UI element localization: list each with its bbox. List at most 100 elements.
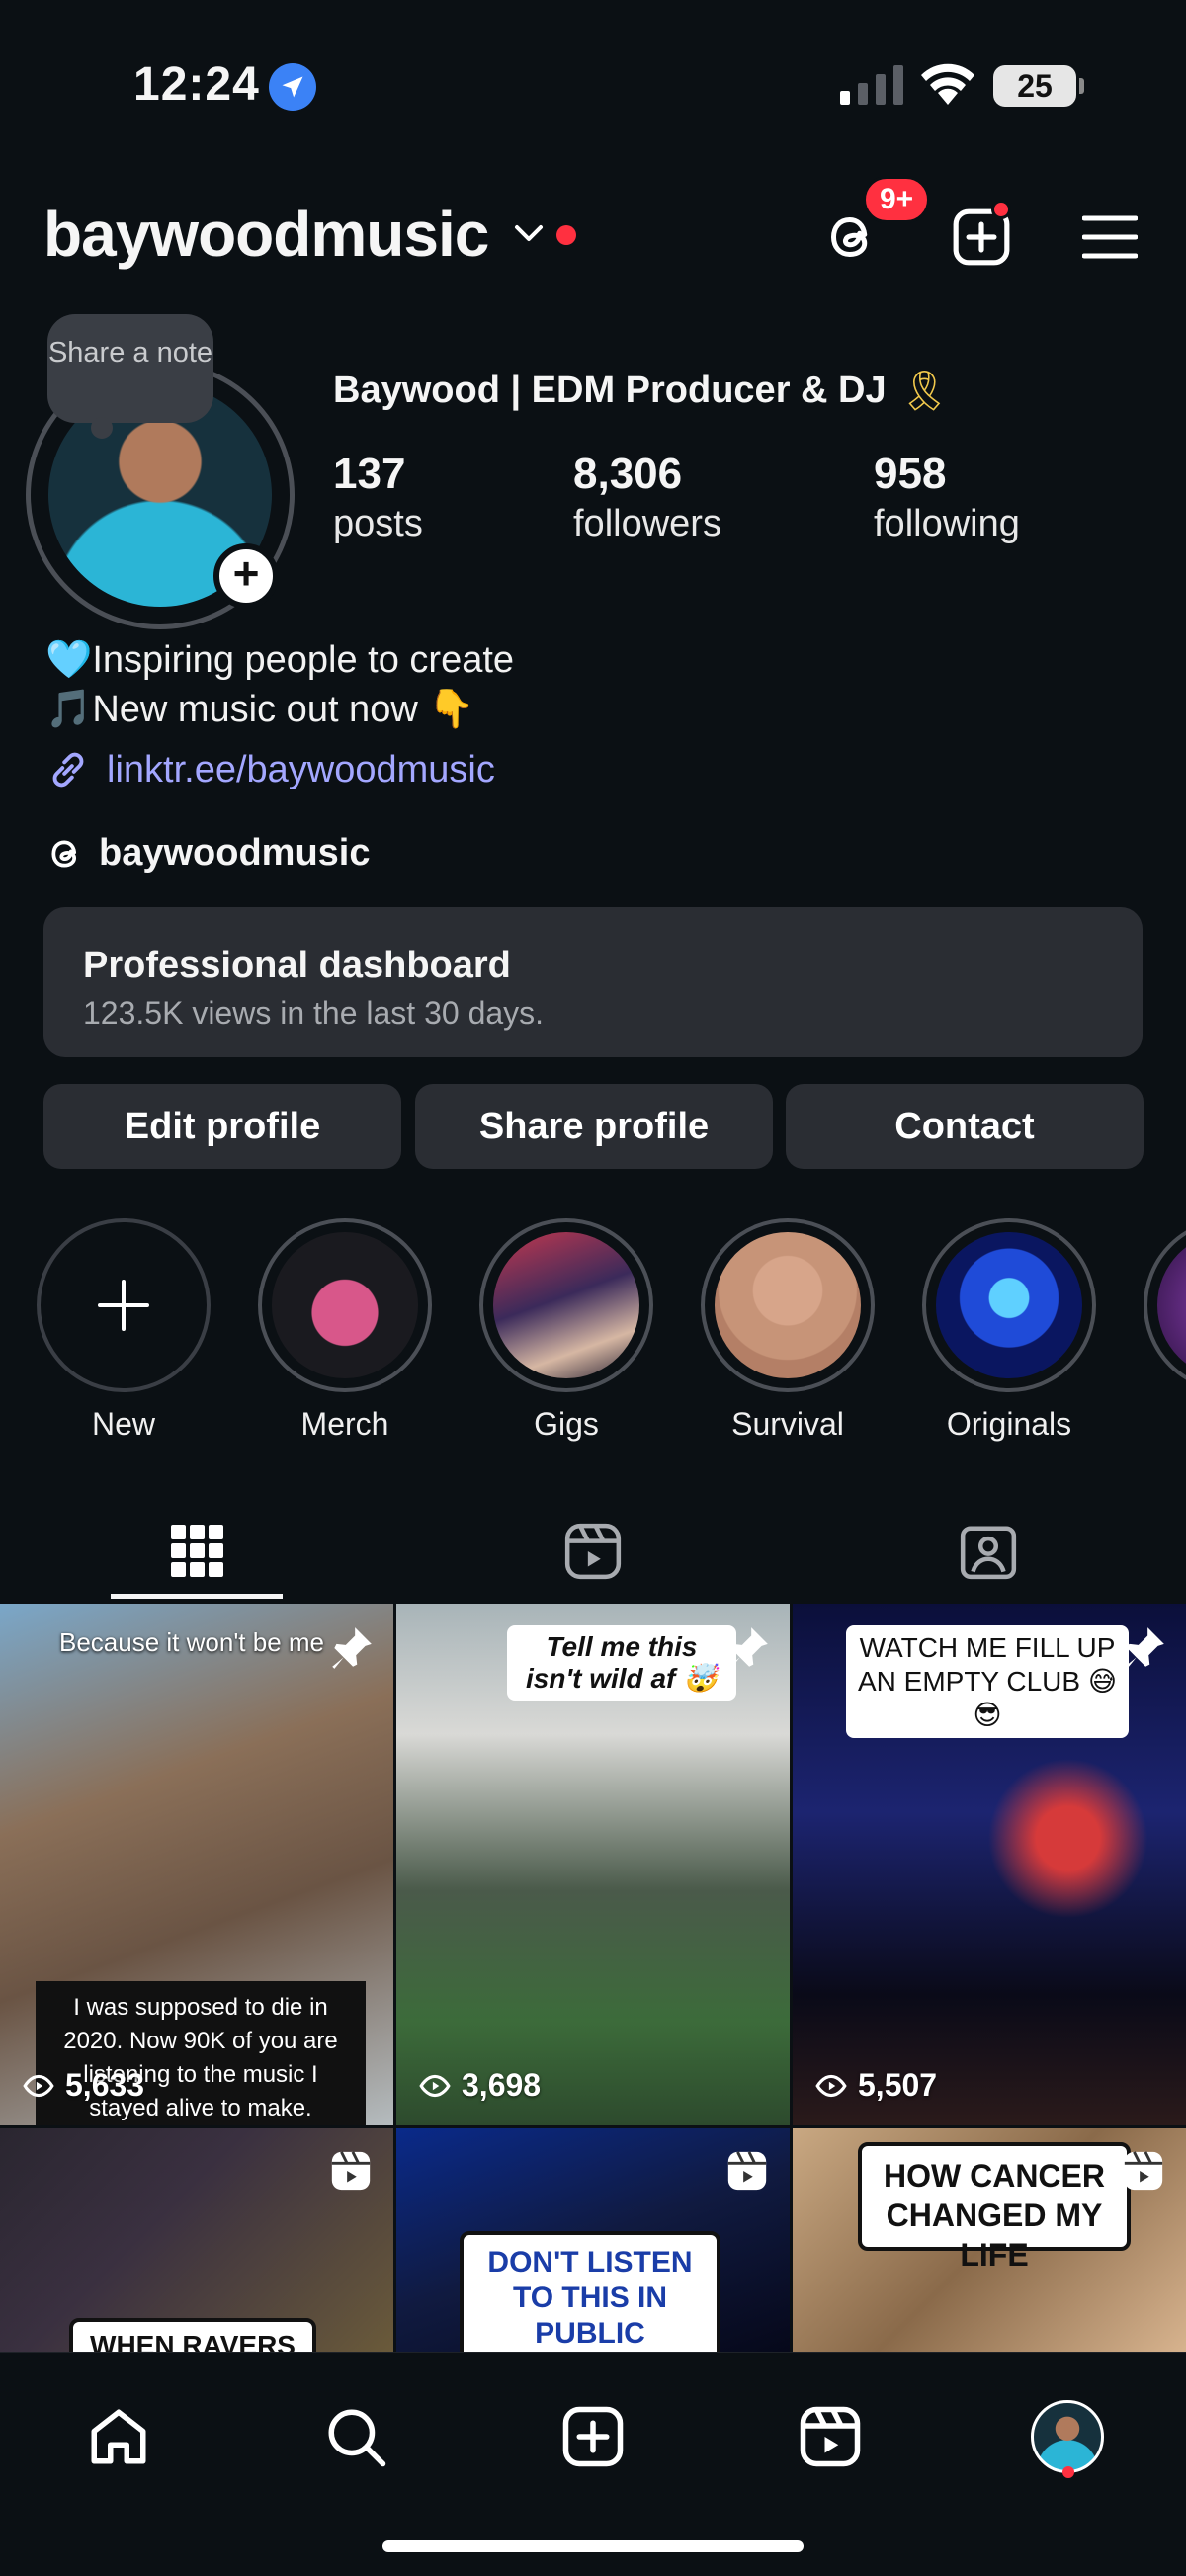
share-profile-button[interactable]: Share profile bbox=[415, 1084, 773, 1169]
highlight-label: Gigs bbox=[534, 1406, 599, 1442]
plus-icon bbox=[98, 1280, 149, 1331]
post-tile[interactable]: DON'T LISTEN TO THIS IN PUBLIC bbox=[396, 2128, 790, 2352]
threads-profile-link[interactable]: baywoodmusic bbox=[45, 832, 371, 874]
followers-count-label: followers bbox=[573, 503, 721, 544]
menu-button[interactable] bbox=[1075, 203, 1144, 272]
awareness-ribbon-emoji: 🎗 bbox=[899, 370, 950, 413]
link-icon bbox=[52, 752, 84, 788]
tab-tagged[interactable] bbox=[791, 1502, 1186, 1601]
post-caption: WATCH ME FILL UP AN EMPTY CLUB 😅😎 bbox=[846, 1625, 1129, 1738]
create-notification-dot bbox=[991, 200, 1011, 219]
following-count-value: 958 bbox=[874, 450, 947, 498]
post-tile[interactable]: HOW CANCER CHANGED MY LIFE bbox=[793, 2128, 1186, 2352]
post-overlay-text: I was supposed to die in 2020. Now 90K o… bbox=[36, 1981, 366, 2125]
battery-indicator: 25 bbox=[993, 65, 1084, 107]
view-count: 5,507 bbox=[814, 2067, 937, 2104]
cellular-signal-icon bbox=[840, 65, 903, 105]
view-count-value: 3,698 bbox=[462, 2067, 542, 2103]
active-tab-indicator bbox=[111, 1594, 283, 1599]
threads-handle-text: baywoodmusic bbox=[99, 832, 371, 873]
highlight-gigs-cover bbox=[493, 1232, 639, 1378]
post-tile[interactable]: WHEN RAVERS MEET bbox=[0, 2128, 393, 2352]
pinned-icon bbox=[728, 1627, 768, 1669]
dashboard-title: Professional dashboard bbox=[83, 945, 511, 986]
share-note-bubble[interactable]: Share a note bbox=[47, 314, 213, 439]
contact-button[interactable]: Contact bbox=[786, 1084, 1144, 1169]
highlight-label: Merch bbox=[300, 1406, 389, 1442]
reels-icon bbox=[800, 2406, 861, 2467]
edit-profile-button[interactable]: Edit profile bbox=[43, 1084, 401, 1169]
highlight-label: Survival bbox=[731, 1406, 844, 1442]
play-views-icon bbox=[815, 2074, 847, 2097]
search-icon bbox=[328, 2409, 386, 2467]
add-story-plus-icon[interactable]: + bbox=[213, 543, 279, 609]
highlight-label: New bbox=[91, 1406, 155, 1442]
pinned-icon bbox=[332, 1627, 372, 1669]
home-indicator bbox=[382, 2540, 804, 2552]
following-count-label: following bbox=[874, 503, 1020, 544]
tagged-user-icon bbox=[960, 1526, 1017, 1580]
posts-count-value: 137 bbox=[333, 450, 406, 498]
chevron-down-icon[interactable] bbox=[512, 219, 546, 247]
profile-link-text: linktr.ee/baywoodmusic bbox=[107, 748, 495, 790]
clock: 12:24 bbox=[133, 58, 260, 111]
reel-indicator-icon bbox=[331, 2151, 371, 2191]
reels-icon bbox=[564, 1523, 622, 1580]
highlight-merch-cover bbox=[272, 1232, 418, 1378]
dashboard-subtitle: 123.5K views in the last 30 days. bbox=[83, 995, 545, 1031]
highlight-label: Originals bbox=[946, 1406, 1072, 1442]
threads-icon bbox=[51, 839, 77, 868]
tab-reels[interactable] bbox=[395, 1502, 791, 1601]
tab-posts-grid[interactable] bbox=[0, 1502, 395, 1601]
nav-profile[interactable] bbox=[1028, 2397, 1107, 2476]
reel-indicator-icon bbox=[1124, 2151, 1163, 2191]
view-count-value: 5,507 bbox=[858, 2067, 938, 2103]
nav-reels[interactable] bbox=[791, 2397, 870, 2476]
threads-badge: 9+ bbox=[863, 176, 931, 223]
view-count: 5,633 bbox=[22, 2067, 144, 2104]
pinned-icon bbox=[1125, 1627, 1164, 1669]
nav-home[interactable] bbox=[79, 2397, 158, 2476]
highlight-survival-cover bbox=[715, 1232, 861, 1378]
location-arrow-icon bbox=[269, 63, 316, 111]
highlight-partial[interactable] bbox=[1144, 1218, 1186, 1392]
bio-line: 🩵Inspiring people to create bbox=[45, 639, 515, 681]
post-tile[interactable]: WATCH ME FILL UP AN EMPTY CLUB 😅😎 5,507 bbox=[793, 1604, 1186, 2125]
post-tile[interactable]: Because it won't be me I was supposed to… bbox=[0, 1604, 393, 2125]
followers-count[interactable]: 8,306 followers bbox=[573, 450, 721, 545]
profile-notification-dot bbox=[1062, 2466, 1074, 2478]
play-views-icon bbox=[23, 2074, 54, 2097]
highlight-new-ring bbox=[37, 1218, 211, 1392]
account-switcher-username[interactable]: baywoodmusic bbox=[43, 198, 489, 271]
posts-count-label: posts bbox=[333, 503, 423, 544]
play-views-icon bbox=[419, 2074, 451, 2097]
post-caption: Tell me this isn't wild af 🤯 bbox=[507, 1625, 736, 1701]
grid-icon bbox=[171, 1525, 223, 1577]
nav-create[interactable] bbox=[553, 2397, 633, 2476]
notification-dot bbox=[556, 225, 576, 245]
highlight-merch[interactable]: Merch bbox=[258, 1218, 432, 1443]
highlight-originals-cover bbox=[936, 1232, 1082, 1378]
view-count: 3,698 bbox=[418, 2067, 541, 2104]
reel-indicator-icon bbox=[727, 2151, 767, 2191]
following-count[interactable]: 958 following bbox=[874, 450, 1020, 545]
hamburger-menu-icon bbox=[1082, 215, 1138, 259]
post-caption: HOW CANCER CHANGED MY LIFE bbox=[858, 2142, 1131, 2273]
post-caption: DON'T LISTEN TO THIS IN PUBLIC bbox=[460, 2231, 720, 2352]
highlight-new[interactable]: New bbox=[37, 1218, 211, 1443]
post-tile[interactable]: Tell me this isn't wild af 🤯 3,698 bbox=[396, 1604, 790, 2125]
plus-square-icon bbox=[562, 2406, 624, 2467]
highlight-originals[interactable]: Originals bbox=[922, 1218, 1096, 1443]
nav-search[interactable] bbox=[316, 2397, 395, 2476]
post-caption: Because it won't be me bbox=[59, 1627, 324, 1657]
home-icon bbox=[91, 2409, 146, 2464]
view-count-value: 5,633 bbox=[65, 2067, 145, 2103]
profile-avatar-icon bbox=[1031, 2400, 1104, 2473]
professional-dashboard-card[interactable]: Professional dashboard 123.5K views in t… bbox=[43, 907, 1143, 1057]
wifi-icon bbox=[921, 63, 974, 105]
highlight-gigs[interactable]: Gigs bbox=[479, 1218, 653, 1443]
post-caption: WHEN RAVERS MEET bbox=[69, 2318, 316, 2352]
posts-count[interactable]: 137 posts bbox=[333, 450, 423, 545]
profile-link[interactable]: linktr.ee/baywoodmusic bbox=[45, 747, 495, 792]
highlight-survival[interactable]: Survival bbox=[701, 1218, 875, 1443]
